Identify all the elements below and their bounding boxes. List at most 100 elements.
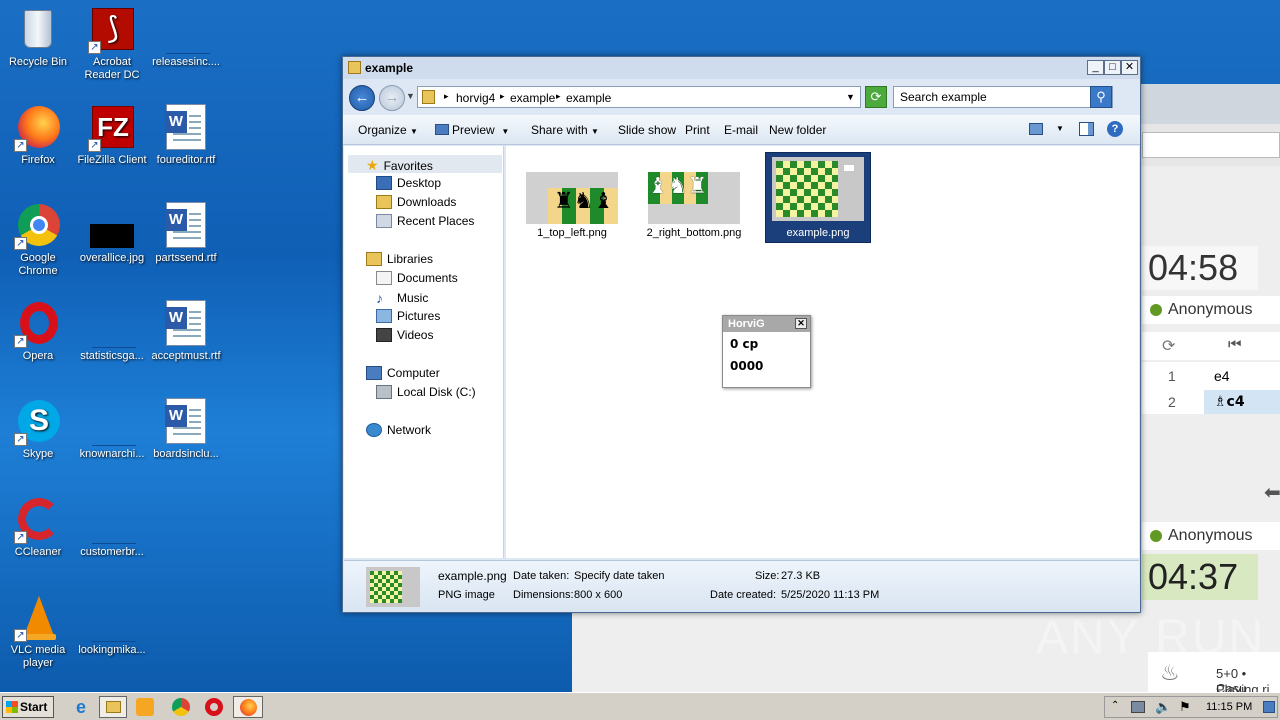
address-bar[interactable]: ▸ horvig4 ▸ example ▸ example ▼ xyxy=(417,86,861,108)
address-row: ← → ▼ ▸ horvig4 ▸ example ▸ example ▼ ⟳ … xyxy=(343,81,1140,113)
breadcrumb-separator-icon[interactable]: ▸ xyxy=(556,91,561,102)
forward-button[interactable]: → xyxy=(379,85,405,111)
online-dot-icon xyxy=(1150,530,1162,542)
nav-desktop[interactable]: Desktop xyxy=(376,176,441,190)
breadcrumb-separator-icon[interactable]: ▸ xyxy=(500,91,505,102)
recent-pages-chevron-icon[interactable]: ▼ xyxy=(406,91,415,101)
breadcrumb-horvig4[interactable]: horvig4 xyxy=(456,91,495,105)
nav-music[interactable]: ♪ Music xyxy=(376,290,428,306)
view-options-icon[interactable] xyxy=(1029,123,1043,135)
breadcrumb-separator-icon[interactable]: ▸ xyxy=(444,91,449,102)
file-item[interactable]: ♜♞♝ 1_top_left.png xyxy=(520,172,624,239)
network-tray-icon[interactable] xyxy=(1131,701,1145,713)
desktop-icon-chrome[interactable]: ↗ Google Chrome xyxy=(0,202,76,278)
desktop-icon-acrobat[interactable]: ⟆ ↗ Acrobat Reader DC xyxy=(74,6,150,82)
title-bar[interactable]: example _ □ ✕ xyxy=(343,57,1140,79)
online-dot-icon xyxy=(1150,304,1162,316)
start-button[interactable]: Start xyxy=(2,696,54,718)
move-number: 1 xyxy=(1168,368,1176,384)
firefox-taskbar-button[interactable] xyxy=(233,696,263,718)
desktop-icon-skype[interactable]: S ↗ Skype xyxy=(0,398,76,461)
move-current[interactable]: ♗c4 xyxy=(1204,390,1280,414)
date-taken-value[interactable]: Specify date taken xyxy=(574,570,665,582)
preview-icon xyxy=(435,124,449,135)
horvig-window[interactable]: HorviG ✕ 0 cp 0000 xyxy=(722,315,811,388)
nav-network[interactable]: Network xyxy=(366,423,431,437)
refresh-icon[interactable]: ⟳ xyxy=(865,86,887,108)
ie-icon[interactable]: e xyxy=(70,697,92,717)
show-desktop-icon[interactable] xyxy=(1263,701,1275,713)
browser-address-bar[interactable] xyxy=(1142,132,1280,158)
desktop-icon-acceptmust[interactable]: W acceptmust.rtf xyxy=(148,300,224,363)
desktop-icon-knownarchi[interactable]: knownarchi... xyxy=(74,398,150,461)
nav-computer[interactable]: Computer xyxy=(366,366,440,380)
opera-icon: ↗ xyxy=(14,300,62,348)
anyrun-watermark: ANY RUN xyxy=(1036,611,1266,664)
show-hidden-icons-icon[interactable]: ⌃ xyxy=(1111,700,1119,711)
opera-icon[interactable] xyxy=(205,698,223,716)
search-icon[interactable]: ⚲ xyxy=(1090,86,1112,108)
preview-button[interactable]: Preview ▼ xyxy=(435,123,509,137)
chrome-icon[interactable] xyxy=(172,698,190,716)
flag-icon[interactable]: ⚑ xyxy=(1179,699,1191,715)
image-thumbnail: ♜♞♝ xyxy=(526,172,618,224)
network-icon xyxy=(366,423,382,437)
search-input[interactable] xyxy=(894,87,1084,107)
address-dropdown-icon[interactable]: ▼ xyxy=(846,92,855,102)
desktop-icon-recycle-bin[interactable]: Recycle Bin xyxy=(0,6,76,69)
desktop-icon-filezilla[interactable]: FZ ↗ FileZilla Client xyxy=(74,104,150,167)
breadcrumb-example-1[interactable]: example xyxy=(510,91,555,105)
minimize-button[interactable]: _ xyxy=(1087,60,1104,75)
organize-button[interactable]: Organize ▼ xyxy=(358,123,418,137)
desktop-icon-vlc[interactable]: ↗ VLC media player xyxy=(0,594,76,670)
back-button[interactable]: ← xyxy=(349,85,375,111)
desktop-icon-ccleaner[interactable]: ↗ CCleaner xyxy=(0,496,76,559)
share-with-button[interactable]: Share with ▼ xyxy=(531,123,599,137)
desktop-icon-releasesinc[interactable]: releasesinc.... xyxy=(148,6,224,69)
nav-documents[interactable]: Documents xyxy=(376,271,458,285)
nav-libraries[interactable]: Libraries xyxy=(366,252,433,266)
file-item[interactable]: ♝♞♜ 2_right_bottom.png xyxy=(642,172,746,239)
desktop-icon-firefox[interactable]: ↗ Firefox xyxy=(0,104,76,167)
desktop-icon-statisticsga[interactable]: statisticsga... xyxy=(74,300,150,363)
desktop-icon-foureditor[interactable]: W foureditor.rtf xyxy=(148,104,224,167)
clock[interactable]: 11:15 PM xyxy=(1206,701,1252,713)
maximize-button[interactable]: □ xyxy=(1104,60,1121,75)
preview-pane-icon[interactable] xyxy=(1079,122,1094,136)
date-taken-label: Date taken: xyxy=(513,570,570,582)
nav-local-disk[interactable]: Local Disk (C:) xyxy=(376,385,476,399)
nav-pictures[interactable]: Pictures xyxy=(376,309,440,323)
help-icon[interactable]: ? xyxy=(1107,121,1123,137)
close-button[interactable]: ✕ xyxy=(1121,60,1138,75)
back-arrow-icon[interactable]: ⬅ xyxy=(1264,480,1280,505)
new-folder-button[interactable]: New folder xyxy=(769,123,826,137)
desktop-icon-overallice[interactable]: overallice.jpg xyxy=(74,202,150,265)
search-box[interactable]: ⚲ xyxy=(893,86,1113,108)
explorer-taskbar-button[interactable] xyxy=(99,696,127,718)
desktop-icon-lookingmika[interactable]: lookingmika... xyxy=(74,594,150,657)
breadcrumb-example-2[interactable]: example xyxy=(566,91,611,105)
view-dropdown-icon[interactable]: ▼ xyxy=(1056,124,1064,133)
firefox-icon xyxy=(240,699,257,716)
desktop-icon-customerbr[interactable]: customerbr... xyxy=(74,496,150,559)
nav-videos[interactable]: Videos xyxy=(376,328,433,342)
desktop-icon-partssend[interactable]: W partssend.rtf xyxy=(148,202,224,265)
desktop-icon-boardsinclu[interactable]: W boardsinclu... xyxy=(148,398,224,461)
file-icon xyxy=(88,300,136,348)
desktop-icon-opera[interactable]: ↗ Opera xyxy=(0,300,76,363)
close-icon[interactable]: ✕ xyxy=(795,318,807,329)
move-white[interactable]: e4 xyxy=(1204,364,1280,388)
nav-recent-places[interactable]: Recent Places xyxy=(376,214,474,228)
file-item-selected[interactable]: example.png xyxy=(765,152,871,243)
first-move-icon[interactable]: ⏮ xyxy=(1228,336,1242,353)
volume-icon[interactable]: 🔈 xyxy=(1155,699,1171,715)
media-player-icon[interactable] xyxy=(136,698,154,716)
recent-places-icon xyxy=(376,214,392,228)
print-button[interactable]: Print xyxy=(685,123,710,137)
horvig-title-bar[interactable]: HorviG ✕ xyxy=(723,316,810,332)
nav-favorites[interactable]: ★ Favorites xyxy=(366,157,433,174)
email-button[interactable]: E-mail xyxy=(724,123,758,137)
flip-board-icon[interactable]: ⟳ xyxy=(1162,336,1175,356)
slide-show-button[interactable]: Slide show xyxy=(618,123,676,137)
nav-downloads[interactable]: Downloads xyxy=(376,195,456,209)
